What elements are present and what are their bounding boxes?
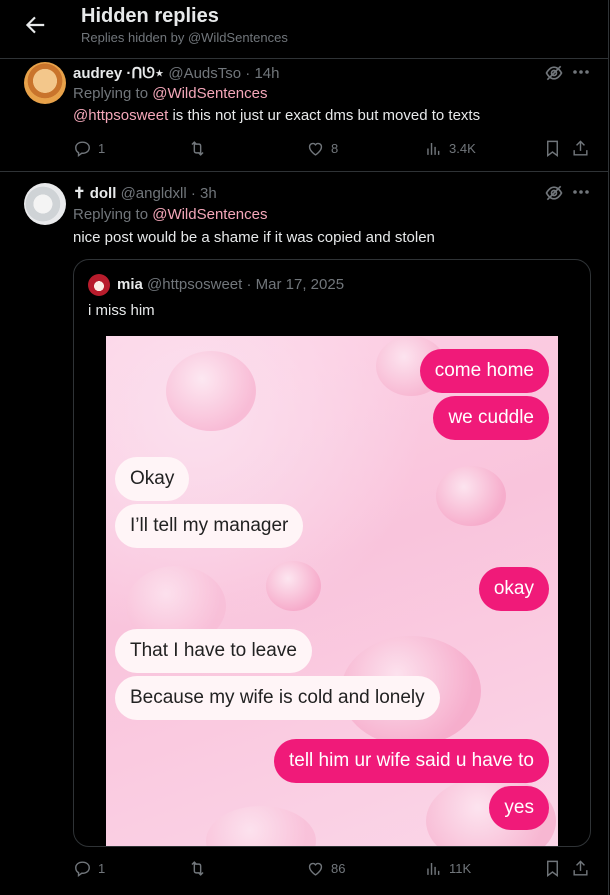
reply-post[interactable]: ✝ doll @angldxll · 3h Replying to @WildS… [0, 172, 608, 895]
chat-bubble-received: I’ll tell my manager [115, 504, 304, 548]
views-button[interactable]: 11K [424, 859, 471, 878]
view-count: 11K [449, 861, 472, 876]
repost-icon [191, 861, 204, 876]
reply-button[interactable]: 1 [73, 859, 105, 878]
avatar[interactable] [24, 62, 66, 104]
avatar[interactable] [88, 274, 110, 296]
chat-screenshot-image[interactable]: come home we cuddle Okay I’ll tell my ma… [106, 336, 558, 846]
post-text: @httpsosweet is this not just ur exact d… [73, 107, 480, 124]
views-icon [427, 142, 440, 155]
bookmark-icon[interactable] [543, 139, 562, 158]
timestamp[interactable]: · 3h [191, 185, 217, 202]
views-button[interactable]: 3.4K [424, 139, 476, 158]
chat-bubble-sent: tell him ur wife said u have to [273, 739, 549, 783]
chat-bubble-sent: okay [478, 567, 549, 611]
like-count: 8 [331, 141, 339, 156]
heart-decoration [266, 561, 321, 611]
quoted-post[interactable]: mia @httpsosweet · Mar 17, 2025 i miss h… [73, 259, 591, 847]
post-text: i miss him [88, 302, 155, 319]
replying-to-line: Replying to @WildSentences [73, 206, 268, 223]
chat-bubble-received: Okay [115, 457, 190, 501]
post-text: nice post would be a shame if it was cop… [73, 229, 435, 246]
post-meta: audrey ·ᑎᘎ⋆ @AudsTso · 14h [73, 64, 279, 82]
page-subtitle: Replies hidden by @WildSentences [81, 30, 288, 45]
heart-decoration [206, 806, 316, 846]
user-handle[interactable]: @AudsTso [168, 65, 241, 82]
repost-button[interactable] [188, 139, 213, 158]
chat-bubble-received: That I have to leave [115, 629, 312, 673]
mention-link[interactable]: @WildSentences [152, 206, 267, 223]
action-bar: 1 86 11K [73, 859, 593, 881]
timestamp[interactable]: · Mar 17, 2025 [246, 276, 344, 293]
eye-slash-icon[interactable] [544, 63, 564, 83]
share-icon[interactable] [571, 139, 590, 158]
like-button[interactable]: 8 [306, 139, 338, 158]
display-name[interactable]: mia [117, 276, 143, 293]
mention-link[interactable]: @httpsosweet [73, 107, 168, 124]
view-count: 3.4K [449, 141, 476, 156]
display-name[interactable]: audrey ·ᑎᘎ⋆ [73, 65, 164, 82]
heart-decoration [436, 466, 506, 526]
heart-icon [308, 862, 323, 876]
heart-icon [308, 142, 323, 156]
replying-label: Replying to [73, 85, 153, 102]
like-button[interactable]: 86 [306, 859, 345, 878]
display-name[interactable]: ✝ doll [73, 185, 116, 202]
post-meta: ✝ doll @angldxll · 3h [73, 184, 217, 202]
chat-bubble-received: Because my wife is cold and lonely [115, 676, 440, 720]
post-meta: mia @httpsosweet · Mar 17, 2025 [117, 276, 344, 293]
avatar[interactable] [24, 183, 66, 225]
reply-icon [75, 861, 90, 878]
like-count: 86 [331, 861, 346, 876]
action-bar: 1 8 3.4K [73, 139, 593, 161]
repost-icon [191, 141, 204, 156]
bookmark-icon[interactable] [543, 859, 562, 878]
heart-decoration [166, 351, 256, 431]
page-title: Hidden replies [81, 5, 219, 27]
reply-post[interactable]: audrey ·ᑎᘎ⋆ @AudsTso · 14h Replying to @… [0, 59, 608, 171]
more-icon[interactable] [572, 187, 590, 197]
eye-slash-icon[interactable] [544, 183, 564, 203]
reply-button[interactable]: 1 [73, 139, 105, 158]
repost-button[interactable] [188, 859, 213, 878]
user-handle[interactable]: @angldxll [121, 185, 187, 202]
mention-link[interactable]: @WildSentences [152, 85, 267, 102]
views-icon [427, 862, 440, 875]
user-handle[interactable]: @httpsosweet [147, 276, 242, 293]
column-border [608, 0, 609, 895]
share-icon[interactable] [571, 859, 590, 878]
header: Hidden replies Replies hidden by @WildSe… [0, 0, 610, 54]
post-body: is this not just ur exact dms but moved … [168, 107, 481, 124]
back-arrow-icon[interactable] [22, 12, 48, 38]
replying-to-line: Replying to @WildSentences [73, 85, 268, 102]
replying-label: Replying to [73, 206, 153, 223]
chat-bubble-sent: yes [489, 786, 549, 830]
reply-count: 1 [98, 861, 106, 876]
reply-count: 1 [98, 141, 106, 156]
reply-icon [75, 141, 90, 158]
chat-bubble-sent: we cuddle [433, 396, 549, 440]
chat-bubble-sent: come home [419, 349, 549, 393]
timestamp[interactable]: · 14h [245, 65, 279, 82]
more-icon[interactable] [572, 67, 590, 77]
